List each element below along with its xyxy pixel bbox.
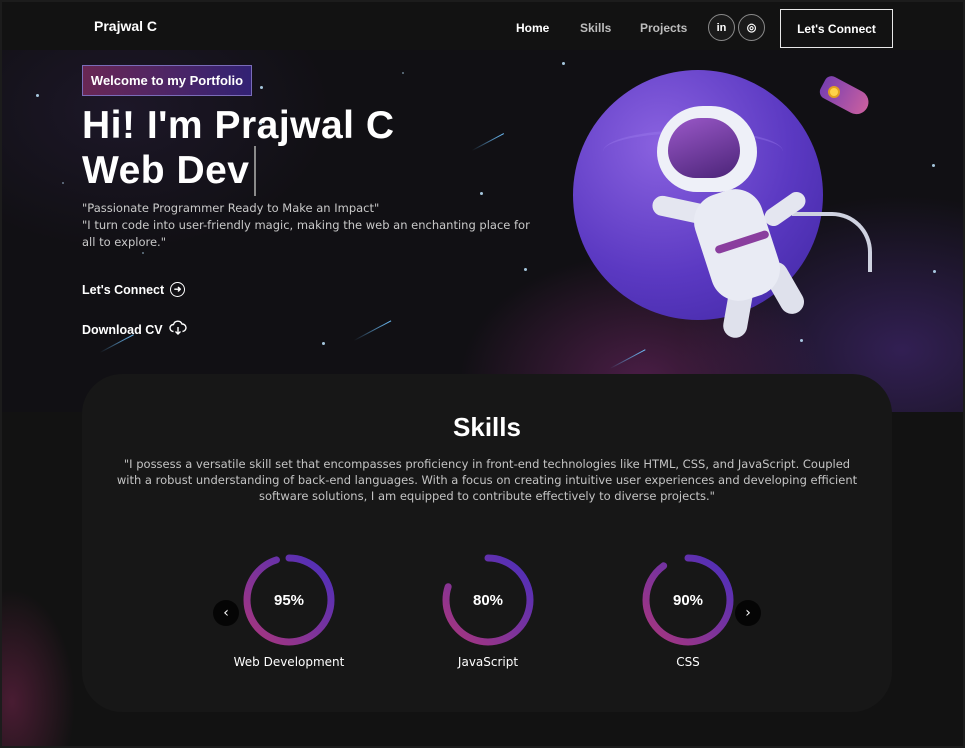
skill-meter-javascript: 80% xyxy=(438,550,538,650)
skills-title: Skills xyxy=(453,412,521,442)
nav-link-home[interactable]: Home xyxy=(516,21,549,35)
cta-connect-label: Let's Connect xyxy=(82,282,165,297)
lets-connect-link[interactable]: Let's Connect ➜ xyxy=(82,282,186,297)
nav-link-projects[interactable]: Projects xyxy=(640,21,687,35)
welcome-tagline: Welcome to my Portfolio xyxy=(82,65,252,96)
description-quote-1: "Passionate Programmer Ready to Make an … xyxy=(82,201,380,215)
rocket-window xyxy=(828,86,840,98)
carousel-prev-button[interactable]: ‹ xyxy=(213,600,239,626)
skill-label: CSS xyxy=(676,655,700,669)
headline-line-2: Web Dev xyxy=(82,146,395,196)
star-decoration xyxy=(562,62,565,65)
carousel-next-button[interactable]: › xyxy=(735,600,761,626)
star-decoration xyxy=(62,182,64,184)
star-decoration xyxy=(933,270,936,273)
star-decoration xyxy=(322,342,325,345)
star-decoration xyxy=(142,252,144,254)
star-decoration xyxy=(36,94,39,97)
typing-cursor xyxy=(253,146,256,196)
cloud-download-icon xyxy=(168,320,187,339)
hero-description: "Passionate Programmer Ready to Make an … xyxy=(82,200,532,251)
star-decoration xyxy=(800,339,803,342)
skill-label: JavaScript xyxy=(457,655,519,669)
skill-percent: 95% xyxy=(273,591,305,609)
cta-download-label: Download CV xyxy=(82,322,163,337)
arrow-circle-right-icon: ➜ xyxy=(170,282,186,297)
lets-connect-button[interactable]: Let's Connect xyxy=(780,9,893,48)
nav-link-skills[interactable]: Skills xyxy=(580,21,611,35)
hero-headline: Hi! I'm Prajwal C Web Dev xyxy=(82,106,395,196)
skills-section: Skills "I possess a versatile skill set … xyxy=(82,374,892,712)
instagram-icon[interactable]: ◎ xyxy=(738,14,765,41)
star-decoration xyxy=(524,268,527,271)
skills-description: "I possess a versatile skill set that en… xyxy=(116,457,858,503)
astronaut-visor xyxy=(668,118,740,178)
skill-label: Web Development xyxy=(233,655,345,669)
skill-meter-web-development: 95% xyxy=(239,550,339,650)
headline-line-1: Hi! I'm Prajwal C xyxy=(82,104,395,147)
star-decoration xyxy=(932,164,935,167)
star-decoration xyxy=(480,192,483,195)
linkedin-icon[interactable]: in xyxy=(708,14,735,41)
download-cv-link[interactable]: Download CV xyxy=(82,320,187,339)
portfolio-page: Prajwal C Home Skills Projects in ◎ Let'… xyxy=(0,0,965,748)
skill-meter-css: 90% xyxy=(638,550,738,650)
skill-percent: 80% xyxy=(472,591,504,609)
star-decoration xyxy=(260,86,263,89)
navbar: Prajwal C Home Skills Projects in ◎ Let'… xyxy=(2,2,963,50)
skill-percent: 90% xyxy=(672,591,704,609)
star-decoration xyxy=(402,72,404,74)
typing-text: Web Dev xyxy=(82,149,250,192)
brand-logo[interactable]: Prajwal C xyxy=(94,18,157,34)
description-quote-2: "I turn code into user-friendly magic, m… xyxy=(82,218,530,249)
